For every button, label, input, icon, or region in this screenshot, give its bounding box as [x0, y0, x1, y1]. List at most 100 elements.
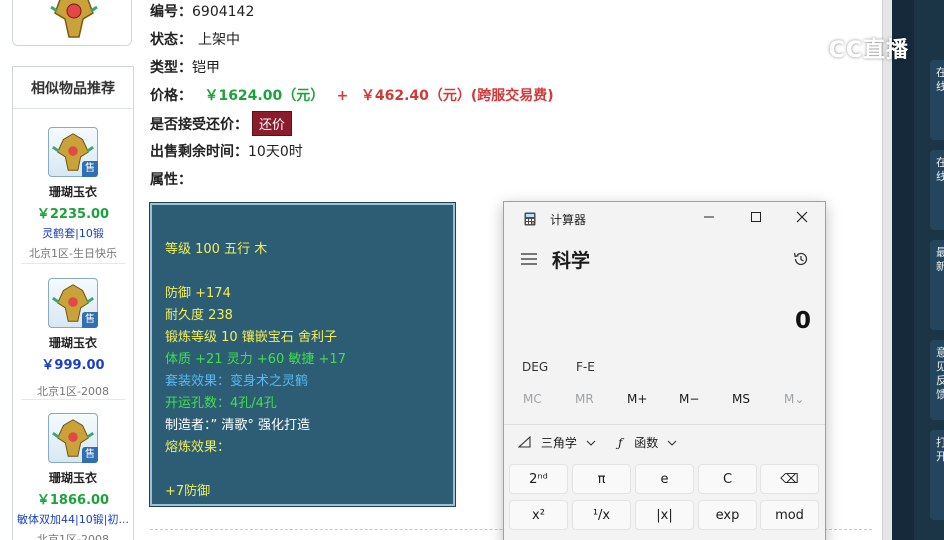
- mod-key[interactable]: mod: [760, 500, 819, 530]
- item-id-label: 编号：: [150, 4, 192, 20]
- stream-watermark: CC直播: [790, 32, 909, 66]
- side-card-3[interactable]: 最新: [930, 240, 944, 330]
- bargain-button[interactable]: 还价: [252, 111, 293, 136]
- attr-defense: 防御 +174: [165, 286, 231, 301]
- absolute-key[interactable]: |x|: [635, 500, 694, 530]
- item-bargain-label: 是否接受还价：: [150, 117, 248, 133]
- cc-logo-icon: [790, 39, 820, 63]
- memory-list-button[interactable]: M⌄: [784, 392, 804, 406]
- exp-key[interactable]: exp: [698, 500, 757, 530]
- side-card-label: 在线: [936, 66, 944, 93]
- similar-item-name[interactable]: 珊瑚玉衣: [13, 334, 133, 351]
- watermark-text: CC直播: [828, 38, 909, 63]
- page-scroll-gutter[interactable]: [882, 0, 892, 540]
- calculator-display: 0: [794, 308, 811, 334]
- similar-items-title: 相似物品推荐: [13, 67, 133, 109]
- side-card-2[interactable]: 在线: [930, 150, 944, 230]
- function-dropdown[interactable]: ƒ 函数: [618, 434, 677, 451]
- memory-clear-button[interactable]: MC: [523, 392, 542, 406]
- reciprocal-key[interactable]: ¹/x: [572, 500, 631, 530]
- function-label: 函数: [634, 436, 659, 450]
- close-icon: [796, 211, 808, 223]
- item-price-fee: ￥462.40（元）(跨服交易费): [360, 88, 554, 104]
- side-card-5[interactable]: 打开: [930, 430, 944, 520]
- side-card-4[interactable]: 意见反馈: [930, 340, 944, 420]
- attr-set-effect: 套装效果：变身术之灵鹤: [165, 374, 309, 389]
- item-id-value: 6904142: [192, 4, 255, 20]
- minimize-button[interactable]: [696, 208, 722, 230]
- attr-forge: 锻炼等级 10 镶嵌宝石 舍利子: [165, 330, 337, 345]
- live-side-strip: [892, 0, 914, 540]
- chevron-down-icon: [667, 440, 677, 446]
- similar-item-server: 北京1区-2008: [37, 385, 109, 398]
- item-price-label: 价格：: [150, 88, 192, 104]
- item-status-row: 状态： 上架中: [150, 29, 240, 49]
- attr-stats: 体质 +21 灵力 +60 敏捷 +17: [165, 352, 346, 367]
- second-function-key[interactable]: 2ⁿᵈ: [509, 464, 568, 494]
- armor-icon: [50, 0, 98, 38]
- similar-item-name[interactable]: 珊瑚玉衣: [13, 469, 133, 486]
- trig-dropdown[interactable]: 三角学: [517, 434, 596, 451]
- item-type-label: 类型：: [150, 60, 192, 76]
- clear-key[interactable]: C: [698, 464, 757, 494]
- similar-item-3[interactable]: 售 珊瑚玉衣 ￥1866.00 敏体双加44|10锻|初... 北京1区-200…: [13, 413, 133, 540]
- pi-key[interactable]: π: [572, 464, 631, 494]
- memory-store-button[interactable]: MS: [732, 392, 750, 406]
- item-bargain-row: 是否接受还价： 还价: [150, 111, 293, 136]
- similar-item-server: 北京1区-生日快乐: [29, 247, 117, 260]
- item-image-box: [12, 0, 132, 46]
- similar-item-2[interactable]: 售 珊瑚玉衣 ￥999.00 北京1区-2008: [13, 278, 133, 399]
- similar-item-price: ￥1866.00: [36, 493, 110, 508]
- close-button[interactable]: [789, 208, 815, 230]
- e-key[interactable]: e: [635, 464, 694, 494]
- attr-durability: 耐久度 238: [165, 308, 233, 323]
- side-card-label: 打开: [936, 436, 944, 463]
- side-card-label: 在线: [936, 156, 944, 183]
- attr-maker: 制造者：” 清歌° 强化打造: [165, 418, 310, 433]
- backspace-key[interactable]: ⌫: [760, 464, 819, 494]
- side-card-1[interactable]: 在线: [930, 60, 944, 140]
- memory-recall-button[interactable]: MR: [575, 392, 594, 406]
- minimize-icon: [704, 216, 714, 218]
- item-attr-row: 属性：: [150, 169, 192, 189]
- maximize-button[interactable]: [743, 208, 769, 230]
- similar-item-image[interactable]: 售: [48, 413, 98, 463]
- hamburger-menu-icon[interactable]: [520, 252, 538, 266]
- similar-items-panel: 相似物品推荐 售 珊瑚玉衣 ￥2235.00 灵鹤套|10锻 北京1区-生日快乐…: [12, 66, 134, 540]
- memory-subtract-button[interactable]: M−: [679, 392, 699, 406]
- similar-item-image[interactable]: 售: [48, 127, 98, 177]
- maximize-icon: [751, 212, 761, 222]
- calculator-titlebar[interactable]: 计算器: [504, 202, 825, 236]
- similar-item-image[interactable]: 售: [48, 278, 98, 328]
- deg-button[interactable]: DEG: [522, 360, 548, 374]
- calculator-app-icon: [524, 212, 536, 226]
- similar-item-price: ￥2235.00: [36, 207, 110, 222]
- memory-add-button[interactable]: M+: [627, 392, 647, 406]
- attr-smelt-label: 熔炼效果：: [165, 440, 231, 455]
- similar-item-extra[interactable]: 灵鹤套|10锻: [13, 225, 133, 241]
- square-key[interactable]: x²: [509, 500, 568, 530]
- calculator-divider: [504, 424, 825, 425]
- item-id-row: 编号：6904142: [150, 1, 254, 21]
- fe-button[interactable]: F-E: [576, 360, 595, 374]
- item-price-main: ￥1624.00（元）: [204, 88, 325, 104]
- attribute-panel: 等级 100 五行 木 防御 +174 耐久度 238 锻炼等级 10 镶嵌宝石…: [149, 202, 456, 507]
- similar-item-server: 北京1区-2008: [37, 533, 109, 540]
- similar-item-divider: [21, 263, 125, 264]
- similar-item-price: ￥999.00: [41, 358, 105, 373]
- function-icon: ƒ: [618, 436, 623, 450]
- similar-item-extra[interactable]: 敏体双加44|10锻|初...: [13, 511, 133, 527]
- triangle-icon: [517, 435, 531, 448]
- calculator-window: 计算器 科学 0 DEG F-E MC MR M+ M− MS M⌄ 三角学 ƒ…: [503, 201, 826, 540]
- similar-item-1[interactable]: 售 珊瑚玉衣 ￥2235.00 灵鹤套|10锻 北京1区-生日快乐: [13, 127, 133, 261]
- trig-label: 三角学: [540, 436, 577, 450]
- chevron-down-icon: [586, 440, 596, 446]
- similar-item-name[interactable]: 珊瑚玉衣: [13, 183, 133, 200]
- item-status-value: 上架中: [198, 32, 240, 48]
- item-time-value: 10天0时: [248, 144, 303, 160]
- history-icon[interactable]: [792, 250, 810, 268]
- attr-smelt-value: +7防御: [165, 484, 211, 499]
- item-status-label: 状态：: [150, 32, 192, 48]
- item-type-row: 类型：铠甲: [150, 57, 220, 77]
- item-time-label: 出售剩余时间：: [150, 144, 248, 160]
